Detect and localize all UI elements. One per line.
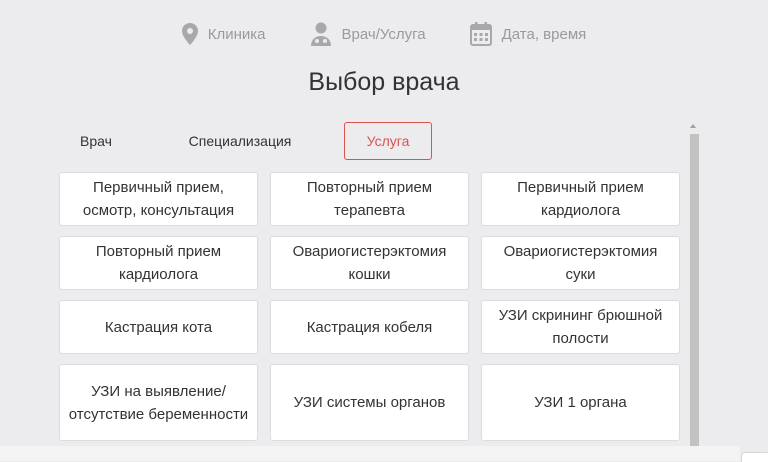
selection-tabs: Врач Специализация Услуга <box>58 122 432 160</box>
service-card[interactable]: УЗИ 1 органа <box>481 364 680 441</box>
booking-steps: Клиника Врач/Услуга Дата, время <box>0 22 768 46</box>
service-list: Первичный прием, осмотр, консультация По… <box>59 172 680 441</box>
service-card[interactable]: УЗИ на выявление/ отсутствие беременност… <box>59 364 258 441</box>
service-card[interactable]: Первичный прием, осмотр, консультация <box>59 172 258 226</box>
tab-specialization[interactable]: Специализация <box>150 123 330 159</box>
calendar-icon <box>469 22 492 46</box>
page-title: Выбор врача <box>308 68 460 96</box>
service-card[interactable]: Кастрация кота <box>59 300 258 354</box>
service-card[interactable]: Повторный прием кардиолога <box>59 236 258 290</box>
step-doctor-service[interactable]: Врач/Услуга <box>310 22 426 46</box>
tab-doctor[interactable]: Врач <box>58 123 134 159</box>
bottom-bar <box>0 446 740 461</box>
doctor-icon <box>310 22 331 46</box>
scrollbar-thumb[interactable] <box>690 134 699 452</box>
step-clinic-label: Клиника <box>207 25 266 43</box>
service-card[interactable]: УЗИ скрининг брюшной полости <box>481 300 680 354</box>
step-date-time-label: Дата, время <box>501 25 587 43</box>
service-card[interactable]: Овариогистерэктомия кошки <box>270 236 469 290</box>
service-card[interactable]: Первичный прием кардиолога <box>481 172 680 226</box>
service-card[interactable]: УЗИ системы органов <box>270 364 469 441</box>
service-card[interactable]: Повторный прием терапевта <box>270 172 469 226</box>
tab-service[interactable]: Услуга <box>344 122 432 160</box>
scroll-up-arrow-icon[interactable] <box>690 124 696 128</box>
service-card[interactable]: Кастрация кобеля <box>270 300 469 354</box>
step-doctor-service-label: Врач/Услуга <box>341 25 426 43</box>
map-pin-icon <box>181 23 198 45</box>
step-date-time[interactable]: Дата, время <box>469 22 587 46</box>
step-clinic[interactable]: Клиника <box>181 22 266 46</box>
service-card[interactable]: Овариогистерэктомия суки <box>481 236 680 290</box>
